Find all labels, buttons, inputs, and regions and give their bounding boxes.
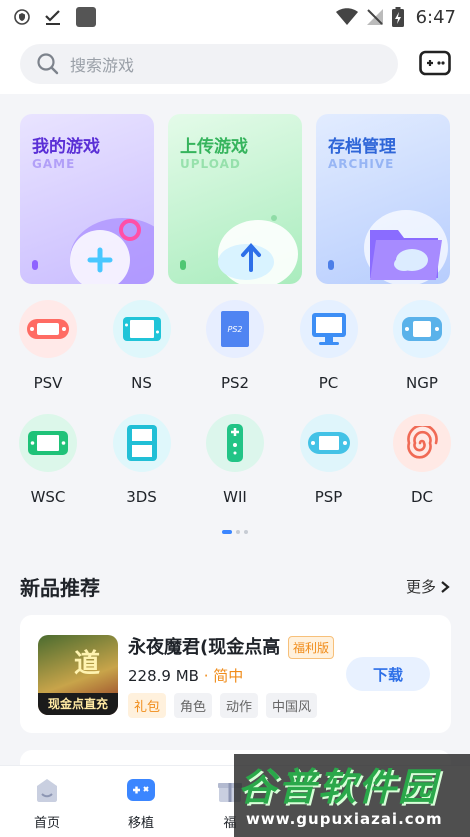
platform-label: PSV	[33, 374, 63, 392]
watermark: 谷普软件园 www.gupuxiazai.com	[234, 754, 470, 837]
ps2-icon: PS2	[206, 300, 264, 358]
card-subtitle: ARCHIVE	[328, 157, 395, 171]
wifi-icon	[335, 8, 358, 25]
indicator-dot	[32, 260, 38, 270]
platform-label: 3DS	[126, 488, 157, 506]
search-icon	[37, 53, 59, 75]
status-bar: 6:47	[0, 0, 470, 34]
platform-label: PC	[318, 374, 339, 392]
platform-label: WII	[223, 488, 247, 506]
game-tags: 礼包 角色 动作 中国风	[128, 693, 318, 718]
gamepad-icon	[419, 50, 451, 76]
ngp-icon	[393, 300, 451, 358]
nav-home[interactable]: 首页	[17, 776, 77, 831]
platform-ps2[interactable]: PS2 PS2	[205, 300, 265, 414]
platform-label: PS2	[220, 374, 250, 392]
tag: 中国风	[266, 693, 318, 718]
card-title: 我的游戏	[32, 137, 100, 157]
card-title: 存档管理	[328, 137, 396, 157]
archive-manage-card[interactable]: 存档管理 ARCHIVE	[316, 114, 450, 284]
watermark-url: www.gupuxiazai.com	[246, 810, 443, 828]
game-size: 228.9 MB	[128, 667, 199, 685]
page-indicator	[0, 530, 470, 534]
platform-psv[interactable]: PSV	[18, 300, 78, 414]
chevron-right-icon	[441, 580, 450, 593]
section-title: 新品推荐	[20, 576, 100, 600]
wsc-icon	[19, 414, 77, 472]
platform-psp[interactable]: PSP	[299, 414, 359, 528]
controller-art-icon	[70, 218, 154, 284]
platform-dc[interactable]: DC	[392, 414, 452, 528]
nav-label: 移植	[127, 816, 154, 831]
watermark-title: 谷普软件园	[238, 765, 439, 809]
nav-port[interactable]: 移植	[111, 776, 171, 831]
platform-label: PSP	[314, 488, 343, 506]
thumb-char: 道	[74, 649, 101, 679]
page-dot	[244, 530, 248, 534]
dc-icon	[393, 414, 451, 472]
tag: 礼包	[128, 693, 167, 718]
meta-separator: ·	[198, 667, 214, 685]
header: 搜索游戏	[0, 34, 470, 94]
thumb-strip: 现金点直充	[38, 693, 118, 715]
platform-wsc[interactable]: WSC	[18, 414, 78, 528]
game-language: 简中	[213, 667, 244, 685]
upload-cloud-art-icon	[218, 215, 298, 284]
welfare-badge: 福利版	[288, 636, 335, 659]
platform-3ds[interactable]: 3DS	[112, 414, 172, 528]
battery-charging-icon	[391, 7, 404, 27]
ps2-icon-text: PS2	[228, 325, 243, 334]
card-subtitle: GAME	[32, 157, 76, 171]
card-subtitle: UPLOAD	[180, 157, 241, 171]
more-link[interactable]: 更多	[406, 576, 450, 597]
game-title: 永夜魔君(现金点高	[128, 637, 281, 658]
wii-icon	[206, 414, 264, 472]
platform-ngp[interactable]: NGP	[392, 300, 452, 414]
indicator-dot	[180, 260, 186, 270]
controller-icon	[127, 779, 155, 801]
download-button[interactable]: 下载	[346, 657, 430, 691]
tag: 角色	[174, 693, 213, 718]
platform-pc[interactable]: PC	[299, 300, 359, 414]
game-card[interactable]: 道 现金点直充 永夜魔君(现金点高 福利版 228.9 MB · 简中 礼包 角…	[20, 615, 451, 733]
home-icon	[37, 779, 57, 802]
platform-grid: PSV NS PS2 PS2 PC NGP WSC 3DS WII PSP DC	[0, 300, 470, 528]
page-dot-active	[222, 530, 232, 534]
pc-icon	[299, 300, 358, 358]
folder-cloud-art-icon	[364, 210, 448, 284]
page-dot	[236, 530, 240, 534]
platform-ns[interactable]: NS	[112, 300, 172, 414]
more-label: 更多	[405, 578, 436, 596]
tag: 动作	[220, 693, 259, 718]
3ds-icon	[112, 414, 171, 472]
my-games-card[interactable]: 我的游戏 GAME	[20, 114, 154, 284]
psv-icon	[19, 300, 77, 358]
psp-icon	[299, 414, 358, 472]
platform-label: NS	[131, 374, 152, 392]
app-square-icon	[76, 7, 96, 27]
search-input[interactable]: 搜索游戏	[20, 44, 398, 84]
ns-icon	[112, 300, 171, 358]
game-meta: 228.9 MB · 简中	[128, 665, 243, 686]
platform-label: NGP	[406, 374, 438, 392]
gamepad-button[interactable]	[418, 46, 452, 80]
game-thumbnail: 道 现金点直充	[38, 635, 118, 715]
platform-label: WSC	[30, 488, 66, 506]
upload-game-card[interactable]: 上传游戏 UPLOAD	[168, 114, 302, 284]
platform-wii[interactable]: WII	[205, 414, 265, 528]
platform-label: DC	[410, 488, 434, 506]
shield-icon	[14, 9, 30, 25]
clock: 6:47	[415, 6, 456, 28]
feature-cards: 我的游戏 GAME 上传游戏 UPLOAD 存档管理 ARCHIVE	[20, 114, 452, 284]
search-placeholder: 搜索游戏	[70, 56, 135, 75]
download-done-icon	[45, 10, 60, 25]
nav-label: 首页	[33, 816, 60, 831]
indicator-dot	[328, 260, 334, 270]
card-title: 上传游戏	[180, 137, 248, 157]
no-signal-icon	[366, 9, 383, 25]
